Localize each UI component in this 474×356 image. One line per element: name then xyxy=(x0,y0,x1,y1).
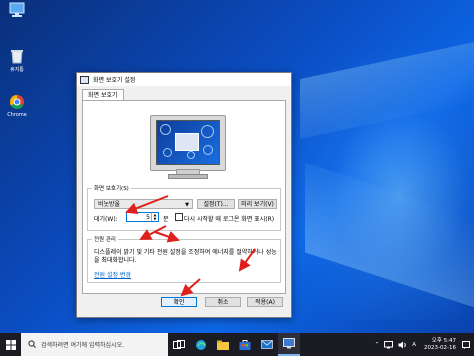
preview-screen xyxy=(156,120,220,165)
dialog-title: 화면 보호기 설정 xyxy=(93,77,136,84)
recycle-bin-icon xyxy=(8,48,26,64)
ime-indicator[interactable]: A xyxy=(412,342,416,348)
power-management-group: 전원 관리 디스플레이 밝기 및 기타 전원 설정을 조정하여 에너지를 절약하… xyxy=(87,235,281,283)
tab-panel: 화면 보호기(S) 비눗방울 ▼ 설정(T)... 미리 보기(V) 대기(W)… xyxy=(82,100,286,294)
preview-button[interactable]: 미리 보기(V) xyxy=(238,199,277,209)
taskbar: 검색하려면 여기에 입력하십시오. ⌃ A 오후 5:47 2023-02-16 xyxy=(0,333,474,356)
power-group-label: 전원 관리 xyxy=(94,237,116,243)
screensaver-select[interactable]: 비눗방울 ▼ xyxy=(94,199,193,209)
start-button[interactable] xyxy=(0,333,21,356)
desktop-icon-label: Chrome xyxy=(7,112,27,118)
desktop-icon-label: 휴지통 xyxy=(10,67,24,73)
taskbar-search-input[interactable]: 검색하려면 여기에 입력하십시오. xyxy=(21,333,168,356)
network-icon[interactable] xyxy=(384,340,394,349)
taskbar-store-button[interactable] xyxy=(234,333,256,356)
volume-icon[interactable] xyxy=(398,341,407,349)
settings-button[interactable]: 설정(T)... xyxy=(197,199,235,209)
desktop-icon-chrome[interactable]: Chrome xyxy=(4,94,30,118)
screensaver-group: 화면 보호기(S) 비눗방울 ▼ 설정(T)... 미리 보기(V) 대기(W)… xyxy=(87,184,281,231)
taskbar-explorer-button[interactable] xyxy=(212,333,234,356)
window-icon xyxy=(80,75,89,84)
computer-icon xyxy=(8,2,26,18)
notification-icon[interactable] xyxy=(462,340,470,349)
dialog-titlebar[interactable]: 화면 보호기 설정 xyxy=(77,73,291,86)
system-tray: ⌃ A 오후 5:47 2023-02-16 xyxy=(375,333,474,356)
cancel-button[interactable]: 취소 xyxy=(205,297,241,307)
wait-unit: 분 xyxy=(163,216,169,223)
taskbar-edge-button[interactable] xyxy=(190,333,212,356)
search-icon xyxy=(28,340,36,348)
change-power-settings-link[interactable]: 전원 설정 변경 xyxy=(94,270,131,279)
wait-label: 대기(W): xyxy=(94,216,118,223)
ok-button[interactable]: 확인 xyxy=(161,297,197,307)
chrome-icon xyxy=(8,94,26,110)
screensaver-settings-dialog: 화면 보호기 설정 화면 보호기 화면 보호기(S) 비눗방울 ▼ 설정(T).… xyxy=(76,72,292,318)
edge-icon xyxy=(196,339,206,350)
screensaver-select-value: 비눗방울 xyxy=(98,201,121,208)
chevron-down-icon: ▼ xyxy=(185,202,189,208)
task-view-button[interactable] xyxy=(168,333,190,356)
monitor-icon xyxy=(283,338,295,349)
clock-time: 오후 5:47 xyxy=(431,337,456,344)
desktop-icon-pc[interactable] xyxy=(4,2,30,20)
taskbar-mail-button[interactable] xyxy=(256,333,278,356)
show-hidden-icons-icon[interactable]: ⌃ xyxy=(375,342,380,348)
folder-icon xyxy=(217,340,229,350)
power-description: 디스플레이 밝기 및 기타 전원 설정을 조정하여 에너지를 절약하거나 성능을… xyxy=(94,249,277,264)
spin-arrows-icon[interactable]: ▲ ▼ xyxy=(151,213,158,221)
mail-icon xyxy=(261,340,273,349)
clock-date: 2023-02-16 xyxy=(424,344,456,351)
wait-minutes-stepper[interactable]: 5 ▲ ▼ xyxy=(126,212,159,222)
clock[interactable]: 오후 5:47 2023-02-16 xyxy=(424,338,456,352)
screensaver-group-label: 화면 보호기(S) xyxy=(94,186,129,192)
apply-button[interactable]: 적용(A) xyxy=(247,297,283,307)
windows-logo-icon xyxy=(5,339,16,350)
store-icon xyxy=(239,340,251,350)
task-view-icon xyxy=(173,339,185,349)
desktop-icon-recycle-bin[interactable]: 휴지통 xyxy=(4,48,30,73)
taskbar-screensaver-button[interactable] xyxy=(278,333,300,356)
monitor-preview xyxy=(150,115,226,179)
resume-logon-checkbox[interactable] xyxy=(175,213,183,221)
wait-minutes-value: 5 xyxy=(146,214,150,221)
resume-logon-label: 다시 시작할 때 로그온 화면 표시(R) xyxy=(184,216,275,223)
search-placeholder: 검색하려면 여기에 입력하십시오. xyxy=(41,342,125,349)
